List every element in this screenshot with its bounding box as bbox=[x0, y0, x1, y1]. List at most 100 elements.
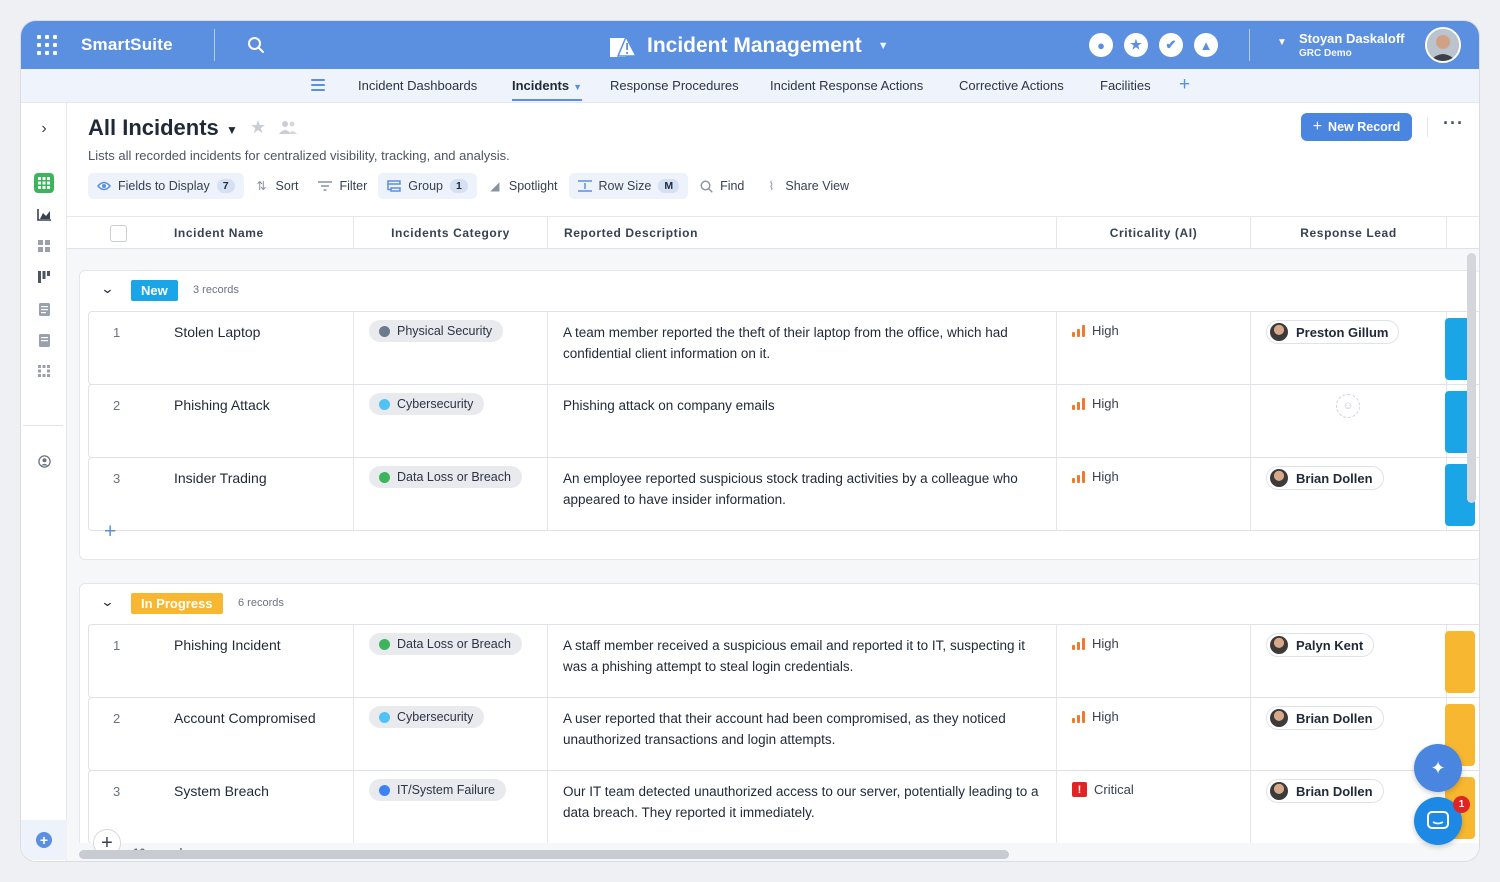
cell-name[interactable]: 2 Account Compromised bbox=[89, 698, 354, 770]
search-icon[interactable] bbox=[247, 36, 265, 54]
document-view-icon[interactable] bbox=[34, 330, 54, 350]
user-name[interactable]: Stoyan Daskaloff bbox=[1299, 31, 1404, 46]
add-tab-icon[interactable]: + bbox=[1179, 69, 1190, 101]
members-icon[interactable]: ● bbox=[1089, 33, 1113, 57]
group-header[interactable]: ⌄ New 3 records bbox=[80, 271, 1479, 309]
cell-name[interactable]: 2 Phishing Attack bbox=[89, 385, 354, 457]
collapse-chevron-icon[interactable]: ⌄ bbox=[100, 281, 114, 297]
collapse-chevron-icon[interactable]: ⌄ bbox=[100, 594, 114, 610]
chart-view-icon[interactable] bbox=[34, 205, 54, 225]
bell-icon[interactable]: ▲ bbox=[1194, 33, 1218, 57]
lead-chip[interactable]: Palyn Kent bbox=[1266, 633, 1375, 657]
cell-criticality[interactable]: ! Critical bbox=[1057, 771, 1251, 843]
table-row[interactable]: 3 System Breach IT/System Failure Our IT te… bbox=[88, 770, 1479, 844]
lead-chip[interactable]: Brian Dollen bbox=[1266, 779, 1384, 803]
incident-name[interactable]: Insider Trading bbox=[174, 470, 267, 486]
find-button[interactable]: Find bbox=[690, 173, 753, 199]
solution-switcher[interactable]: Incident Management ▼ bbox=[609, 32, 889, 60]
column-incident-name[interactable]: Incident Name bbox=[67, 217, 354, 249]
fields-to-display-button[interactable]: Fields to Display 7 bbox=[88, 173, 244, 199]
expand-chevron-icon[interactable]: › bbox=[34, 119, 54, 139]
star-icon[interactable]: ★ bbox=[1124, 33, 1148, 57]
cell-category[interactable]: Cybersecurity bbox=[354, 698, 548, 770]
cell-description[interactable]: Our IT team detected unauthorized access… bbox=[548, 771, 1057, 843]
chevron-down-icon[interactable]: ▼ bbox=[226, 123, 238, 137]
cell-category[interactable]: IT/System Failure bbox=[354, 771, 548, 843]
cell-criticality[interactable]: High bbox=[1057, 385, 1251, 457]
category-tag[interactable]: Physical Security bbox=[369, 320, 504, 342]
category-tag[interactable]: Data Loss or Breach bbox=[369, 466, 522, 488]
cell-criticality[interactable]: High bbox=[1057, 458, 1251, 530]
incident-name[interactable]: Phishing Incident bbox=[174, 637, 281, 653]
add-record-icon[interactable]: + bbox=[104, 520, 116, 544]
incident-name[interactable]: Account Compromised bbox=[174, 710, 316, 726]
cell-criticality[interactable]: High bbox=[1057, 698, 1251, 770]
spotlight-button[interactable]: ◢ Spotlight bbox=[479, 173, 567, 199]
column-incidents-category[interactable]: Incidents Category bbox=[354, 217, 548, 249]
cell-category[interactable]: Cybersecurity bbox=[354, 385, 548, 457]
cell-response-lead[interactable]: Brian Dollen bbox=[1251, 458, 1447, 530]
cell-name[interactable]: 1 Stolen Laptop bbox=[89, 312, 354, 384]
incident-name[interactable]: Stolen Laptop bbox=[174, 324, 260, 340]
cell-description[interactable]: An employee reported suspicious stock tr… bbox=[548, 458, 1057, 530]
cell-response-lead[interactable]: Preston Gillum bbox=[1251, 312, 1447, 384]
check-icon[interactable]: ✔ bbox=[1159, 33, 1183, 57]
lead-chip[interactable]: Brian Dollen bbox=[1266, 706, 1384, 730]
sort-button[interactable]: ⇅ Sort bbox=[246, 173, 308, 199]
share-view-button[interactable]: ⌇ Share View bbox=[755, 173, 858, 199]
assign-user-icon[interactable]: ☺ bbox=[1336, 394, 1360, 418]
table-row[interactable]: 3 Insider Trading Data Loss or Breach An em… bbox=[88, 457, 1479, 531]
cell-category[interactable]: Data Loss or Breach bbox=[354, 458, 548, 530]
tab-response-procedures[interactable]: Response Procedures bbox=[610, 69, 739, 103]
cell-criticality[interactable]: High bbox=[1057, 625, 1251, 697]
cell-description[interactable]: A team member reported the theft of thei… bbox=[548, 312, 1057, 384]
chevron-down-icon[interactable]: ▼ bbox=[1277, 37, 1287, 48]
category-tag[interactable]: Data Loss or Breach bbox=[369, 633, 522, 655]
cell-description[interactable]: A staff member received a suspicious ema… bbox=[548, 625, 1057, 697]
brand-logo[interactable]: SmartSuite bbox=[81, 35, 173, 55]
form-view-icon[interactable] bbox=[34, 299, 54, 319]
cell-description[interactable]: A user reported that their account had b… bbox=[548, 698, 1057, 770]
cell-name[interactable]: 3 System Breach bbox=[89, 771, 354, 843]
tab-incident-response-actions[interactable]: Incident Response Actions bbox=[770, 69, 923, 103]
cell-response-lead[interactable]: ☺ bbox=[1251, 385, 1447, 457]
card-view-icon[interactable] bbox=[34, 236, 54, 256]
apps-grid-icon[interactable] bbox=[37, 35, 57, 55]
table-row[interactable]: 2 Phishing Attack Cybersecurity Phishing at… bbox=[88, 384, 1479, 458]
category-tag[interactable]: IT/System Failure bbox=[369, 779, 506, 801]
kanban-view-icon[interactable] bbox=[34, 267, 54, 287]
incident-name[interactable]: System Breach bbox=[174, 783, 269, 799]
column-response-lead[interactable]: Response Lead bbox=[1251, 217, 1447, 249]
row-size-button[interactable]: Row Size M bbox=[568, 173, 689, 199]
cell-name[interactable]: 3 Insider Trading bbox=[89, 458, 354, 530]
cell-category[interactable]: Data Loss or Breach bbox=[354, 625, 548, 697]
ai-assistant-button[interactable]: ✦ bbox=[1414, 744, 1462, 792]
group-header[interactable]: ⌄ In Progress 6 records bbox=[80, 584, 1479, 622]
group-button[interactable]: Group 1 bbox=[378, 173, 477, 199]
cell-category[interactable]: Physical Security bbox=[354, 312, 548, 384]
user-org[interactable]: GRC Demo bbox=[1299, 48, 1352, 59]
dashboard-view-icon[interactable] bbox=[34, 361, 54, 381]
lead-chip[interactable]: Brian Dollen bbox=[1266, 466, 1384, 490]
category-tag[interactable]: Cybersecurity bbox=[369, 706, 485, 728]
incident-name[interactable]: Phishing Attack bbox=[174, 397, 270, 413]
tab-incident-dashboards[interactable]: Incident Dashboards bbox=[358, 69, 477, 103]
cell-name[interactable]: 1 Phishing Incident bbox=[89, 625, 354, 697]
cell-criticality[interactable]: High bbox=[1057, 312, 1251, 384]
cell-response-lead[interactable]: Palyn Kent bbox=[1251, 625, 1447, 697]
vertical-scrollbar[interactable] bbox=[1467, 253, 1476, 503]
favorite-star-icon[interactable]: ★ bbox=[250, 117, 266, 138]
horizontal-scrollbar[interactable] bbox=[79, 850, 1009, 859]
table-row[interactable]: 2 Account Compromised Cybersecurity A user … bbox=[88, 697, 1479, 771]
avatar[interactable] bbox=[1425, 27, 1461, 63]
more-options-icon[interactable]: ··· bbox=[1443, 113, 1464, 134]
column-reported-description[interactable]: Reported Description bbox=[548, 217, 1057, 249]
table-row[interactable]: 1 Stolen Laptop Physical Security A team me… bbox=[88, 311, 1479, 385]
cell-description[interactable]: Phishing attack on company emails bbox=[548, 385, 1057, 457]
view-title[interactable]: All Incidents bbox=[88, 115, 219, 141]
grid-view-icon[interactable] bbox=[34, 173, 54, 193]
tab-incidents[interactable]: Incidents ▼ bbox=[512, 69, 582, 103]
share-people-icon[interactable] bbox=[278, 119, 298, 135]
tab-facilities[interactable]: Facilities bbox=[1100, 69, 1151, 103]
lead-chip[interactable]: Preston Gillum bbox=[1266, 320, 1400, 344]
